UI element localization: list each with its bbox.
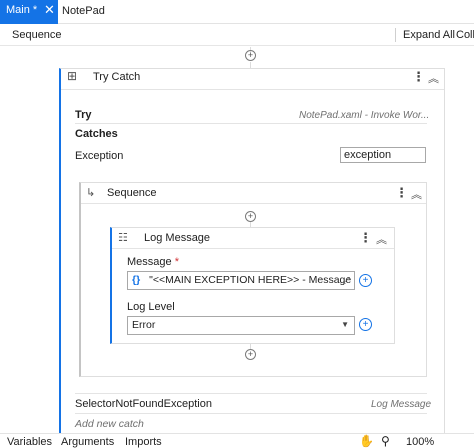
- add-activity-icon[interactable]: +: [245, 211, 256, 222]
- add-new-catch-link[interactable]: Add new catch: [75, 418, 144, 430]
- try-catch-title: Try Catch: [93, 71, 141, 83]
- more-options-icon[interactable]: ⋮: [395, 185, 408, 201]
- more-options-icon[interactable]: ⋮: [359, 230, 372, 246]
- sequence-icon: ↳: [86, 187, 96, 199]
- sequence-title: Sequence: [107, 187, 157, 199]
- add-variable-icon[interactable]: +: [359, 274, 372, 287]
- tab-main[interactable]: Main * ✕: [0, 0, 58, 24]
- add-activity-icon[interactable]: +: [245, 50, 256, 61]
- status-bar: Variables Arguments Imports ✋ ⚲ 100%: [0, 433, 474, 448]
- log-message-icon: ☷: [118, 232, 128, 244]
- log-message-header-divider: [112, 248, 394, 249]
- selector-catch-summary[interactable]: Log Message: [371, 399, 431, 410]
- imports-panel-button[interactable]: Imports: [125, 436, 162, 448]
- selector-not-found-exception[interactable]: SelectorNotFoundException: [75, 398, 212, 410]
- close-icon[interactable]: ✕: [44, 3, 55, 17]
- chevron-down-icon[interactable]: ▼: [341, 320, 349, 329]
- log-level-label: Log Level: [127, 301, 175, 313]
- catch-divider: [75, 413, 427, 414]
- tab-bar: Main * ✕ NotePad: [0, 0, 474, 24]
- breadcrumb[interactable]: Sequence: [12, 29, 62, 41]
- add-variable-icon[interactable]: +: [359, 318, 372, 331]
- collapse-icon[interactable]: ︽: [411, 186, 422, 202]
- catch-divider: [75, 393, 427, 394]
- try-divider: [75, 123, 427, 124]
- collapse-all-button[interactable]: Coll: [456, 29, 474, 41]
- zoom-level[interactable]: 100%: [406, 436, 434, 448]
- catches-label: Catches: [75, 128, 118, 140]
- log-message-title: Log Message: [144, 232, 211, 244]
- collapse-icon[interactable]: ︽: [376, 231, 387, 247]
- tab-notepad[interactable]: NotePad: [62, 0, 105, 24]
- message-expression-field[interactable]: {} "<<MAIN EXCEPTION HERE>> - Message ⤢: [127, 271, 355, 290]
- hand-pan-icon[interactable]: ✋: [359, 434, 374, 448]
- message-label-text: Message: [127, 256, 172, 268]
- header-divider: [61, 89, 444, 90]
- exception-variable-input[interactable]: exception: [340, 147, 426, 163]
- log-level-value: Error: [132, 319, 156, 331]
- arguments-panel-button[interactable]: Arguments: [61, 436, 114, 448]
- try-body-summary[interactable]: NotePad.xaml - Invoke Wor...: [299, 110, 429, 121]
- collapse-icon[interactable]: ︽: [428, 70, 439, 86]
- expand-editor-icon[interactable]: ⤢: [343, 275, 350, 286]
- log-level-dropdown[interactable]: Error ▼: [127, 316, 355, 335]
- zoom-icon[interactable]: ⚲: [381, 434, 390, 448]
- expand-all-button[interactable]: Expand All: [403, 29, 455, 41]
- tab-main-label: Main *: [6, 4, 38, 16]
- more-options-icon[interactable]: ⋮: [412, 69, 425, 85]
- expression-braces-icon[interactable]: {}: [132, 274, 140, 286]
- message-label: Message *: [127, 256, 179, 268]
- sequence-header-divider: [81, 203, 426, 204]
- exception-type-label[interactable]: Exception: [75, 150, 123, 162]
- try-label: Try: [75, 109, 92, 121]
- message-expression-text: "<<MAIN EXCEPTION HERE>> - Message: [149, 274, 352, 286]
- designer-toolbar: Sequence Expand All Coll: [0, 24, 474, 46]
- required-marker: *: [174, 256, 179, 268]
- add-activity-icon[interactable]: +: [245, 349, 256, 360]
- try-catch-icon: ⊞: [67, 69, 78, 83]
- variables-panel-button[interactable]: Variables: [7, 436, 52, 448]
- toolbar-divider: [395, 28, 396, 42]
